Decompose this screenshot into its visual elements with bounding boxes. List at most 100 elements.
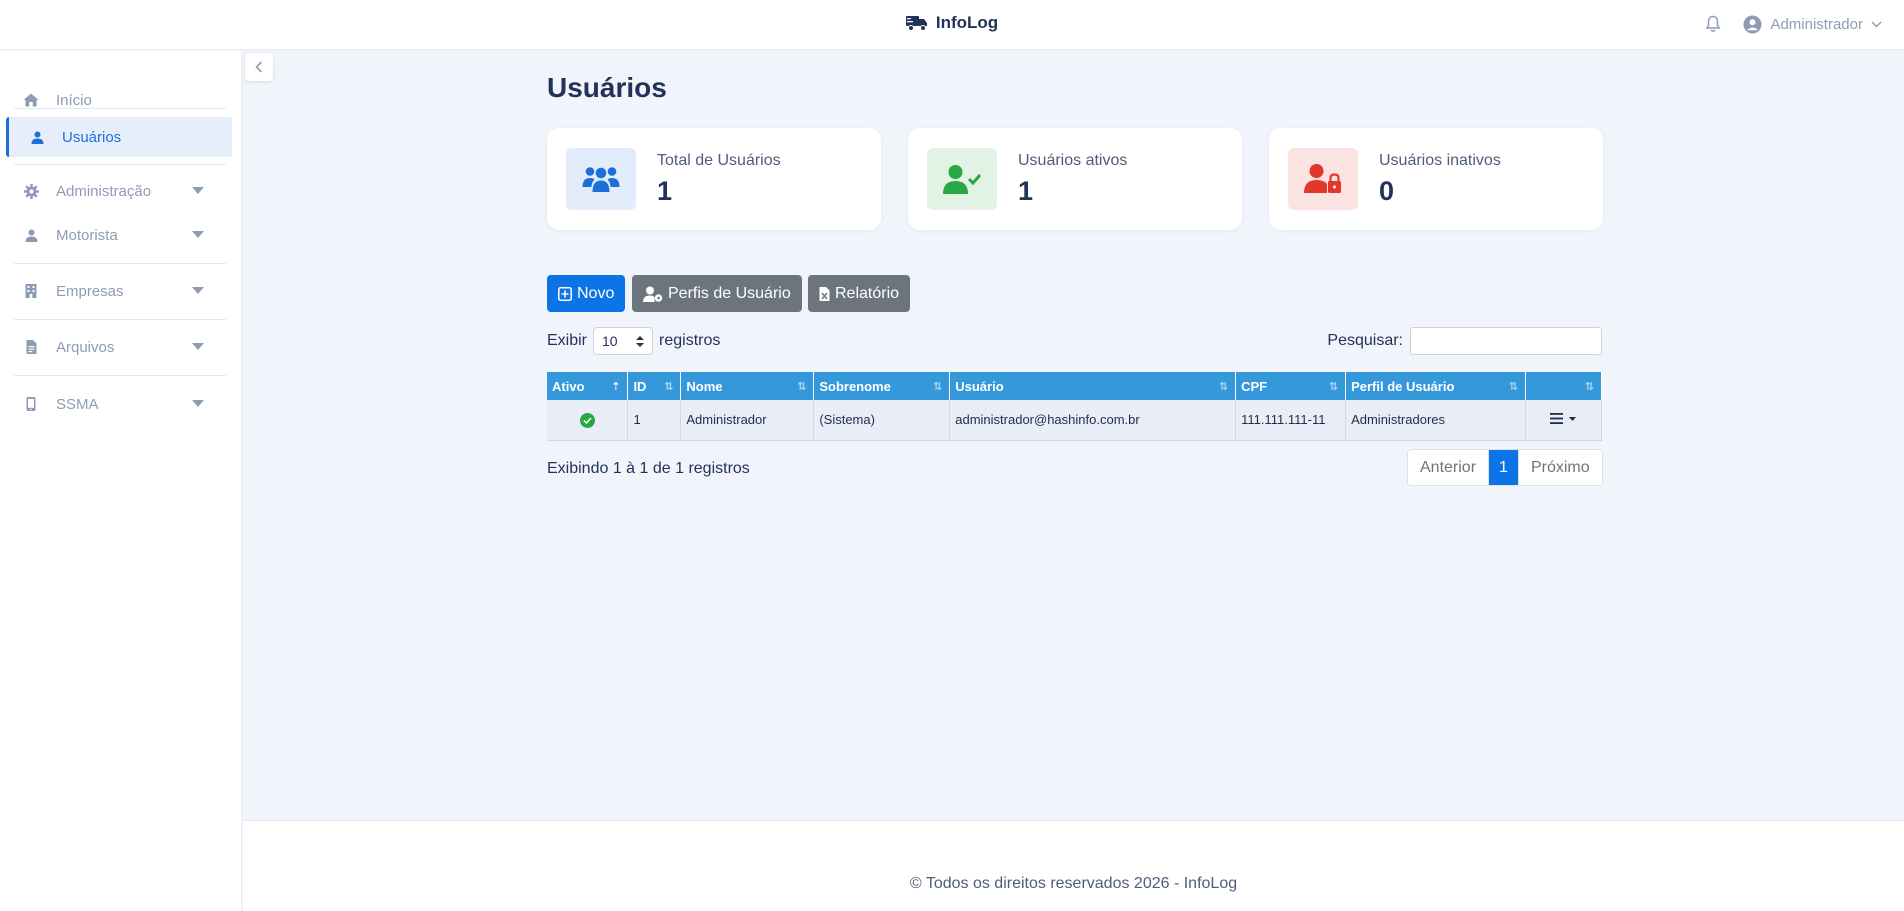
user-circle-icon xyxy=(1743,15,1762,33)
top-bar: InfoLog Administrador xyxy=(0,0,1904,50)
column-header-nome[interactable]: Nome ⇅ xyxy=(680,372,815,400)
sidebar-item-label: Motorista xyxy=(56,226,118,244)
users-table: Ativo ⇡ ID ⇅ Nome ⇅ Sobrenome ⇅ Usuário ⇅ CPF… xyxy=(547,372,1603,441)
plus-square-icon xyxy=(558,286,572,301)
table-row[interactable]: 1 Administrador (Sistema) administrador@… xyxy=(547,400,1603,441)
bell-icon[interactable] xyxy=(1705,15,1722,33)
page-size-select[interactable]: 10 xyxy=(593,327,654,355)
sidebar-item-label: SSMA xyxy=(56,395,99,413)
footer-copyright: © Todos os direitos reservados 2026 - In… xyxy=(909,875,1238,892)
pagination-next[interactable]: Próximo xyxy=(1517,450,1602,485)
user-icon xyxy=(28,131,46,144)
building-icon xyxy=(22,284,40,298)
show-label: Exibir xyxy=(547,332,588,349)
stat-value: 0 xyxy=(1379,176,1395,206)
cell-usuario: administrador@hashinfo.com.br xyxy=(949,400,1237,441)
sidebar-divider xyxy=(14,263,226,264)
stat-label: Total de Usuários xyxy=(657,152,781,169)
user-name: Administrador xyxy=(1770,15,1863,33)
table-search: Pesquisar: xyxy=(1327,327,1602,355)
search-input[interactable] xyxy=(1410,327,1602,355)
footer: © Todos os direitos reservados 2026 - In… xyxy=(243,820,1904,911)
report-label: Relatório xyxy=(835,284,900,302)
column-header-actions[interactable]: ⇅ xyxy=(1525,372,1603,400)
sidebar-item-empresas[interactable]: Empresas xyxy=(6,271,232,311)
chevron-left-icon xyxy=(255,61,263,73)
user-profiles-button[interactable]: Perfis de Usuário xyxy=(632,275,802,312)
stat-label: Usuários ativos xyxy=(1018,152,1128,169)
cell-perfil: Administradores xyxy=(1345,400,1526,441)
stat-card-active: Usuários ativos 1 xyxy=(908,128,1242,230)
column-header-usuario[interactable]: Usuário ⇅ xyxy=(949,372,1237,400)
caret-down-icon xyxy=(192,287,204,294)
caret-down-icon xyxy=(192,343,204,350)
new-button[interactable]: Novo xyxy=(547,275,626,312)
sort-asc-icon: ⇡ xyxy=(611,381,621,393)
tablet-icon xyxy=(22,397,40,411)
user-menu[interactable]: Administrador xyxy=(1743,15,1882,34)
stat-card-total: Total de Usuários 1 xyxy=(547,128,881,230)
sidebar-item-label: Empresas xyxy=(56,282,124,300)
caret-down-icon xyxy=(192,231,204,238)
sidebar-item-arquivos[interactable]: Arquivos xyxy=(6,327,232,367)
file-icon xyxy=(22,340,40,354)
pagination-previous[interactable]: Anterior xyxy=(1408,450,1490,485)
sidebar-item-usuarios[interactable]: Usuários xyxy=(6,117,232,157)
page-size-value: 10 xyxy=(602,333,618,349)
check-circle-icon xyxy=(579,412,595,428)
sort-icon: ⇅ xyxy=(1584,381,1594,393)
stat-card-inactive: Usuários inativos 0 xyxy=(1269,128,1603,230)
pagination-page-current[interactable]: 1 xyxy=(1489,450,1518,485)
sidebar: Início Usuários Administração Motorista xyxy=(0,51,242,911)
top-right-tools: Administrador xyxy=(1705,0,1882,48)
cell-cpf: 111.111.111-11 xyxy=(1235,400,1347,441)
sidebar-item-ssma[interactable]: SSMA xyxy=(6,384,232,424)
sidebar-item-label: Arquivos xyxy=(56,338,115,356)
pagination: Anterior 1 Próximo xyxy=(1407,449,1603,486)
brand[interactable]: InfoLog xyxy=(0,0,1904,46)
column-header-id[interactable]: ID ⇅ xyxy=(627,372,682,400)
stat-value: 1 xyxy=(1018,176,1034,206)
cell-active xyxy=(547,400,629,441)
search-label: Pesquisar: xyxy=(1327,332,1403,349)
user-gear-icon xyxy=(643,286,663,302)
caret-down-icon xyxy=(192,400,204,407)
sidebar-item-label: Usuários xyxy=(62,128,122,146)
new-button-label: Novo xyxy=(577,284,615,302)
sidebar-item-label: Início xyxy=(56,91,92,109)
gear-icon xyxy=(22,183,40,199)
sidebar-divider xyxy=(14,164,226,165)
stat-value: 1 xyxy=(657,176,673,206)
chevron-down-icon xyxy=(1871,20,1882,28)
sidebar-item-label: Administração xyxy=(56,182,152,200)
caret-down-icon xyxy=(1569,416,1577,421)
stat-label: Usuários inativos xyxy=(1379,152,1501,169)
sidebar-divider xyxy=(14,375,226,376)
sidebar-item-inicio[interactable]: Início xyxy=(6,80,232,120)
cell-nome: Administrador xyxy=(680,400,815,441)
caret-down-icon xyxy=(192,187,204,194)
sort-icon: ⇅ xyxy=(1218,381,1229,393)
sort-icon: ⇅ xyxy=(1328,381,1339,393)
cell-actions xyxy=(1525,400,1603,441)
sidebar-collapse-button[interactable] xyxy=(245,53,273,81)
report-button[interactable]: Relatório xyxy=(808,275,911,312)
user-icon xyxy=(22,229,40,242)
sidebar-divider xyxy=(14,319,226,320)
column-header-cpf[interactable]: CPF ⇅ xyxy=(1235,372,1347,400)
home-icon xyxy=(22,93,40,107)
column-header-perfil[interactable]: Perfil de Usuário ⇅ xyxy=(1345,372,1526,400)
row-actions-dropdown[interactable] xyxy=(1550,413,1577,425)
sidebar-divider xyxy=(14,108,226,109)
user-check-icon xyxy=(927,148,997,210)
column-header-sobrenome[interactable]: Sobrenome ⇅ xyxy=(813,372,951,400)
sidebar-item-motorista[interactable]: Motorista xyxy=(6,215,232,255)
brand-name: InfoLog xyxy=(935,13,999,32)
file-excel-icon xyxy=(819,286,830,301)
table-info: Exibindo 1 à 1 de 1 registros xyxy=(547,460,750,477)
column-header-ativo[interactable]: Ativo ⇡ xyxy=(547,372,629,400)
page-length-control: Exibir 10 registros xyxy=(547,327,720,355)
cell-id: 1 xyxy=(627,400,682,441)
user-lock-icon xyxy=(1288,148,1358,210)
sidebar-item-administracao[interactable]: Administração xyxy=(6,171,232,211)
